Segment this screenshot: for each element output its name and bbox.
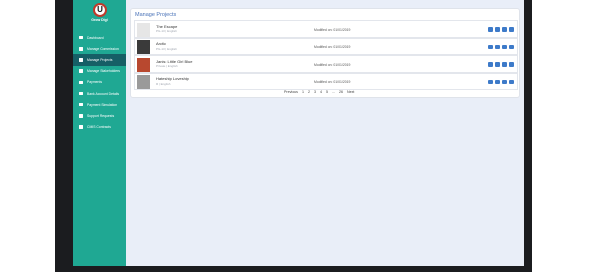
bank-icon (79, 91, 83, 96)
view-icon[interactable] (495, 79, 500, 84)
project-row[interactable]: The Escape PG-13 | English Modified on: … (134, 20, 518, 38)
sidebar-item-label: Support Requests (87, 113, 115, 118)
project-modified: Modified on: 01/01/2019 (314, 80, 351, 84)
pagination-page[interactable]: 1 (302, 90, 304, 94)
sidebar-item-label: Dashboard (87, 35, 104, 40)
app-screen: U Grow Digi Dashboard Manage Commission … (73, 0, 524, 266)
sidebar-item-label: CMIS Contracts (87, 125, 111, 130)
project-meta: PG-13 | English (156, 46, 177, 51)
view-icon[interactable] (495, 62, 500, 67)
project-title: The Escape (156, 23, 178, 29)
people-icon[interactable] (488, 79, 493, 84)
sidebar-item-label: Manage Commission (87, 46, 119, 51)
stakeholders-icon (79, 69, 83, 73)
pagination-ellipsis: ... (331, 90, 335, 94)
sidebar-item-manage-commission[interactable]: Manage Commission (73, 43, 126, 54)
projects-icon (79, 58, 83, 62)
sidebar-item-support-requests[interactable]: Support Requests (73, 110, 126, 121)
row-actions (488, 44, 514, 50)
sidebar-item-label: Manage Projects (87, 57, 113, 62)
sidebar-item-payment-simulation[interactable]: Payment Simulation (73, 99, 126, 110)
row-actions (488, 62, 514, 67)
edit-icon[interactable] (502, 44, 507, 49)
projects-list: The Escape PG-13 | English Modified on: … (134, 20, 518, 90)
page-title: Manage Projects (135, 12, 177, 18)
project-title: Janis: Little Girl Blue (156, 58, 193, 64)
project-title: Hateship Loveship (156, 76, 189, 81)
pagination-page[interactable]: 2 (308, 90, 310, 94)
sidebar: U Grow Digi Dashboard Manage Commission … (73, 0, 126, 266)
payments-icon (79, 80, 83, 85)
sidebar-item-cmis-contracts[interactable]: CMIS Contracts (73, 122, 126, 133)
dashboard-icon (79, 35, 83, 40)
row-actions (488, 79, 514, 85)
project-title: Arctic (156, 41, 166, 46)
people-icon[interactable] (488, 62, 493, 67)
project-meta: R | English (156, 81, 171, 86)
pagination-page[interactable]: 5 (326, 90, 328, 94)
projects-panel: Manage Projects The Escape PG-13 | Engli… (130, 8, 520, 98)
pagination-page[interactable]: 4 (320, 90, 322, 94)
sidebar-item-label: Payments (87, 80, 103, 85)
project-poster (137, 22, 150, 37)
logo-letter: U (97, 5, 103, 14)
pagination-next[interactable]: Next (347, 90, 354, 94)
sidebar-item-dashboard[interactable]: Dashboard (73, 32, 126, 43)
delete-icon[interactable] (509, 79, 514, 84)
view-icon[interactable] (495, 44, 500, 49)
pagination-page[interactable]: 3 (314, 90, 316, 94)
project-modified: Modified on: 01/01/2019 (314, 45, 351, 49)
sidebar-item-label: Manage Stakeholders (87, 69, 120, 74)
commission-icon (79, 47, 83, 51)
sidebar-item-label: Payment Simulation (87, 102, 118, 107)
delete-icon[interactable] (509, 44, 514, 49)
project-meta: PG-13 | English (156, 29, 177, 33)
pagination: Previous 1 2 3 4 5 ... 26 Next (284, 89, 354, 95)
people-icon[interactable] (488, 27, 493, 32)
pagination-page[interactable]: 26 (339, 90, 343, 94)
project-row[interactable]: Arctic PG-13 | English Modified on: 01/0… (134, 37, 518, 55)
project-meta: Private | English (156, 64, 178, 68)
sidebar-nav: Dashboard Manage Commission Manage Proje… (73, 32, 126, 133)
edit-icon[interactable] (502, 27, 507, 32)
simulation-icon (79, 102, 83, 107)
sidebar-item-bank-account-details[interactable]: Bank Account Details (73, 88, 126, 99)
contracts-icon (79, 125, 83, 129)
view-icon[interactable] (495, 27, 500, 32)
brand-name: Grow Digi (91, 18, 108, 22)
project-poster (137, 57, 150, 72)
delete-icon[interactable] (509, 62, 514, 67)
project-row[interactable]: Hateship Loveship R | English Modified o… (134, 72, 518, 90)
pagination-previous[interactable]: Previous (284, 90, 298, 94)
project-modified: Modified on: 01/01/2019 (314, 62, 351, 67)
sidebar-item-manage-stakeholders[interactable]: Manage Stakeholders (73, 66, 126, 77)
project-poster (137, 75, 150, 89)
edit-icon[interactable] (502, 62, 507, 67)
support-icon (79, 114, 83, 118)
sidebar-item-payments[interactable]: Payments (73, 77, 126, 88)
edit-icon[interactable] (502, 79, 507, 84)
delete-icon[interactable] (509, 27, 514, 32)
project-row[interactable]: Janis: Little Girl Blue Private | Englis… (134, 55, 518, 73)
project-modified: Modified on: 01/01/2019 (314, 27, 351, 32)
sidebar-item-label: Bank Account Details (87, 91, 120, 96)
logo-icon: U (93, 3, 107, 17)
sidebar-item-manage-projects[interactable]: Manage Projects (73, 54, 126, 66)
row-actions (488, 27, 514, 32)
project-poster (137, 40, 150, 54)
people-icon[interactable] (488, 44, 493, 49)
